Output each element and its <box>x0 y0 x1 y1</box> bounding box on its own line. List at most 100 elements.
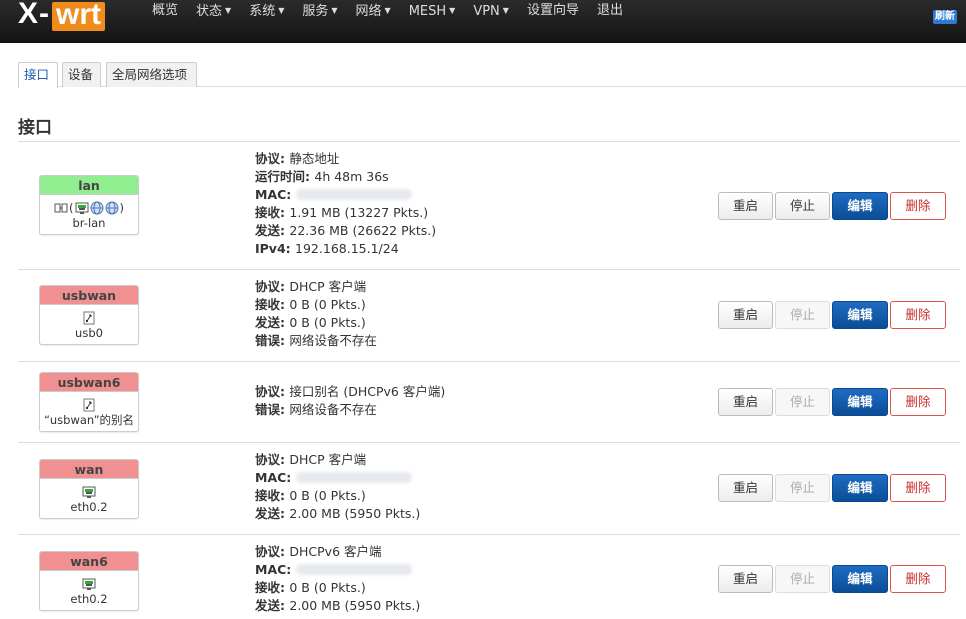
delete-button[interactable]: 删除 <box>890 301 946 329</box>
info-value: 网络设备不存在 <box>289 333 377 348</box>
device-name: eth0.2 <box>70 592 108 606</box>
interface-badge: wan eth0.2 <box>39 459 139 519</box>
info-value: DHCPv6 客户端 <box>289 544 382 559</box>
stop-button[interactable]: 停止 <box>775 474 830 502</box>
info-value: 0 B (0 Pkts.) <box>289 297 366 312</box>
delete-button[interactable]: 删除 <box>890 192 946 220</box>
device-icons <box>42 309 136 326</box>
info-colon: : <box>280 544 290 559</box>
row-actions: 重启 停止 编辑 删除 <box>718 388 948 416</box>
restart-button[interactable]: 重启 <box>718 301 773 329</box>
device-name: br-lan <box>72 216 106 230</box>
delete-button[interactable]: 删除 <box>890 474 946 502</box>
info-value: 2.00 MB (5950 Pkts.) <box>289 598 421 613</box>
restart-button[interactable]: 重启 <box>718 565 773 593</box>
refresh-badge[interactable]: 刷新 <box>933 10 957 24</box>
redacted-mac <box>295 189 412 200</box>
tab-interfaces[interactable]: 接口 <box>18 62 58 88</box>
info-value: 接口别名 (DHCPv6 客户端) <box>289 384 446 399</box>
info-key: 运行时间 <box>255 169 306 184</box>
nav-item-0[interactable]: 概览 <box>152 2 178 20</box>
edit-button[interactable]: 编辑 <box>832 388 888 416</box>
interface-badge-body: eth0.2 <box>40 571 138 610</box>
nav-item-7[interactable]: 设置向导 <box>527 2 579 20</box>
info-key: 错误 <box>255 333 281 348</box>
nav-item-label: 设置向导 <box>526 3 579 18</box>
info-key: IPv4 <box>255 241 286 256</box>
info-line: 发送: 2.00 MB (5950 Pkts.) <box>255 597 420 615</box>
nav-item-5[interactable]: MESH ▼ <box>409 2 456 20</box>
main-menu: 概览 状态 ▼ 系统 ▼ 服务 ▼ 网络 ▼ MESH ▼ VPN ▼ 设置向导 退出 <box>152 2 641 20</box>
nav-item-label: 状态 <box>196 4 223 19</box>
nav-item-2[interactable]: 系统 ▼ <box>249 2 284 20</box>
interface-badge: usbwan usb0 <box>39 285 139 345</box>
info-line: 运行时间: 4h 48m 36s <box>255 168 436 186</box>
stop-button[interactable]: 停止 <box>775 388 830 416</box>
brand-dash: - <box>39 0 50 30</box>
restart-button[interactable]: 重启 <box>718 192 773 220</box>
delete-button[interactable]: 删除 <box>890 565 946 593</box>
redacted-mac <box>295 472 412 483</box>
edit-button[interactable]: 编辑 <box>832 192 888 220</box>
edit-button[interactable]: 编辑 <box>832 474 888 502</box>
info-colon: : <box>305 169 315 184</box>
interface-info: 协议: DHCPv6 客户端 MAC: 接收: 0 B (0 Pkts.) 发送: … <box>255 543 420 615</box>
tab-global-options[interactable]: 全局网络选项 <box>106 62 197 87</box>
nav-item-8[interactable]: 退出 <box>597 2 623 20</box>
brand-logo[interactable]: X - wrt <box>18 0 106 31</box>
caret-down-icon: ▼ <box>449 6 456 15</box>
stop-button[interactable]: 停止 <box>775 301 830 329</box>
bridge-icon <box>54 201 68 215</box>
info-line: 错误: 网络设备不存在 <box>255 401 445 419</box>
info-value: DHCP 客户端 <box>289 452 367 467</box>
interface-name: usbwan6 <box>40 373 138 392</box>
interface-badge: wan6 eth0.2 <box>39 551 139 611</box>
delete-button[interactable]: 删除 <box>890 388 946 416</box>
caret-down-icon: ▼ <box>331 6 338 15</box>
interface-badge: usbwan6 “usbwan”的别名 <box>39 372 139 432</box>
nav-item-label: 概览 <box>152 3 179 18</box>
nav-item-label: VPN <box>473 4 500 19</box>
info-colon: : <box>280 488 290 503</box>
info-key: 接收 <box>255 205 281 220</box>
ethernet-port-icon <box>82 577 96 591</box>
tab-devices[interactable]: 设备 <box>62 62 101 87</box>
interface-row-usbwan: usbwan usb0 协议: DHCP 客户端 接收: 0 B (0 Pkts.) 发… <box>18 270 960 362</box>
bracket-glyph: ( <box>69 200 74 215</box>
info-value: 0 B (0 Pkts.) <box>289 488 366 503</box>
stop-button[interactable]: 停止 <box>775 192 830 220</box>
interface-row-wan6: wan6 eth0.2 协议: DHCPv6 客户端 MAC: 接收: 0 B (0 … <box>18 535 960 619</box>
caret-down-icon: ▼ <box>502 6 509 15</box>
info-colon: : <box>280 151 290 166</box>
interface-row-usbwan6: usbwan6 “usbwan”的别名 协议: 接口别名 (DHCPv6 客户端) 错… <box>18 362 960 443</box>
row-actions: 重启 停止 编辑 删除 <box>718 474 948 502</box>
info-key: 发送 <box>255 598 281 613</box>
restart-button[interactable]: 重启 <box>718 388 773 416</box>
info-key: 发送 <box>255 315 281 330</box>
info-key: 协议 <box>255 544 281 559</box>
info-line: 接收: 0 B (0 Pkts.) <box>255 296 377 314</box>
top-navbar: X - wrt 概览 状态 ▼ 系统 ▼ 服务 ▼ 网络 ▼ MESH ▼ VPN ▼ 设置向导 退出 刷新 <box>0 0 966 43</box>
info-key: MAC <box>255 187 287 202</box>
interface-info: 协议: 接口别名 (DHCPv6 客户端) 错误: 网络设备不存在 <box>255 383 445 419</box>
nav-item-1[interactable]: 状态 ▼ <box>196 2 231 20</box>
device-icons <box>42 396 136 413</box>
nav-item-6[interactable]: VPN ▼ <box>473 2 509 20</box>
nav-item-4[interactable]: 网络 ▼ <box>356 2 391 20</box>
info-line: MAC: <box>255 469 420 487</box>
interface-row-lan: lan() br-lan 协议: 静态地址 运行时间: 4h 48m 36s MAC: … <box>18 142 960 270</box>
edit-button[interactable]: 编辑 <box>832 565 888 593</box>
row-actions: 重启 停止 编辑 删除 <box>718 301 948 329</box>
info-colon: : <box>280 384 290 399</box>
info-colon: : <box>280 598 290 613</box>
nav-item-label: MESH <box>408 4 447 19</box>
nav-item-3[interactable]: 服务 ▼ <box>302 2 337 20</box>
alias-device-icon <box>82 398 96 412</box>
interface-badge-body: usb0 <box>40 305 138 344</box>
info-line: MAC: <box>255 186 436 204</box>
edit-button[interactable]: 编辑 <box>832 301 888 329</box>
info-colon: : <box>280 580 290 595</box>
restart-button[interactable]: 重启 <box>718 474 773 502</box>
info-key: MAC <box>255 562 287 577</box>
stop-button[interactable]: 停止 <box>775 565 830 593</box>
